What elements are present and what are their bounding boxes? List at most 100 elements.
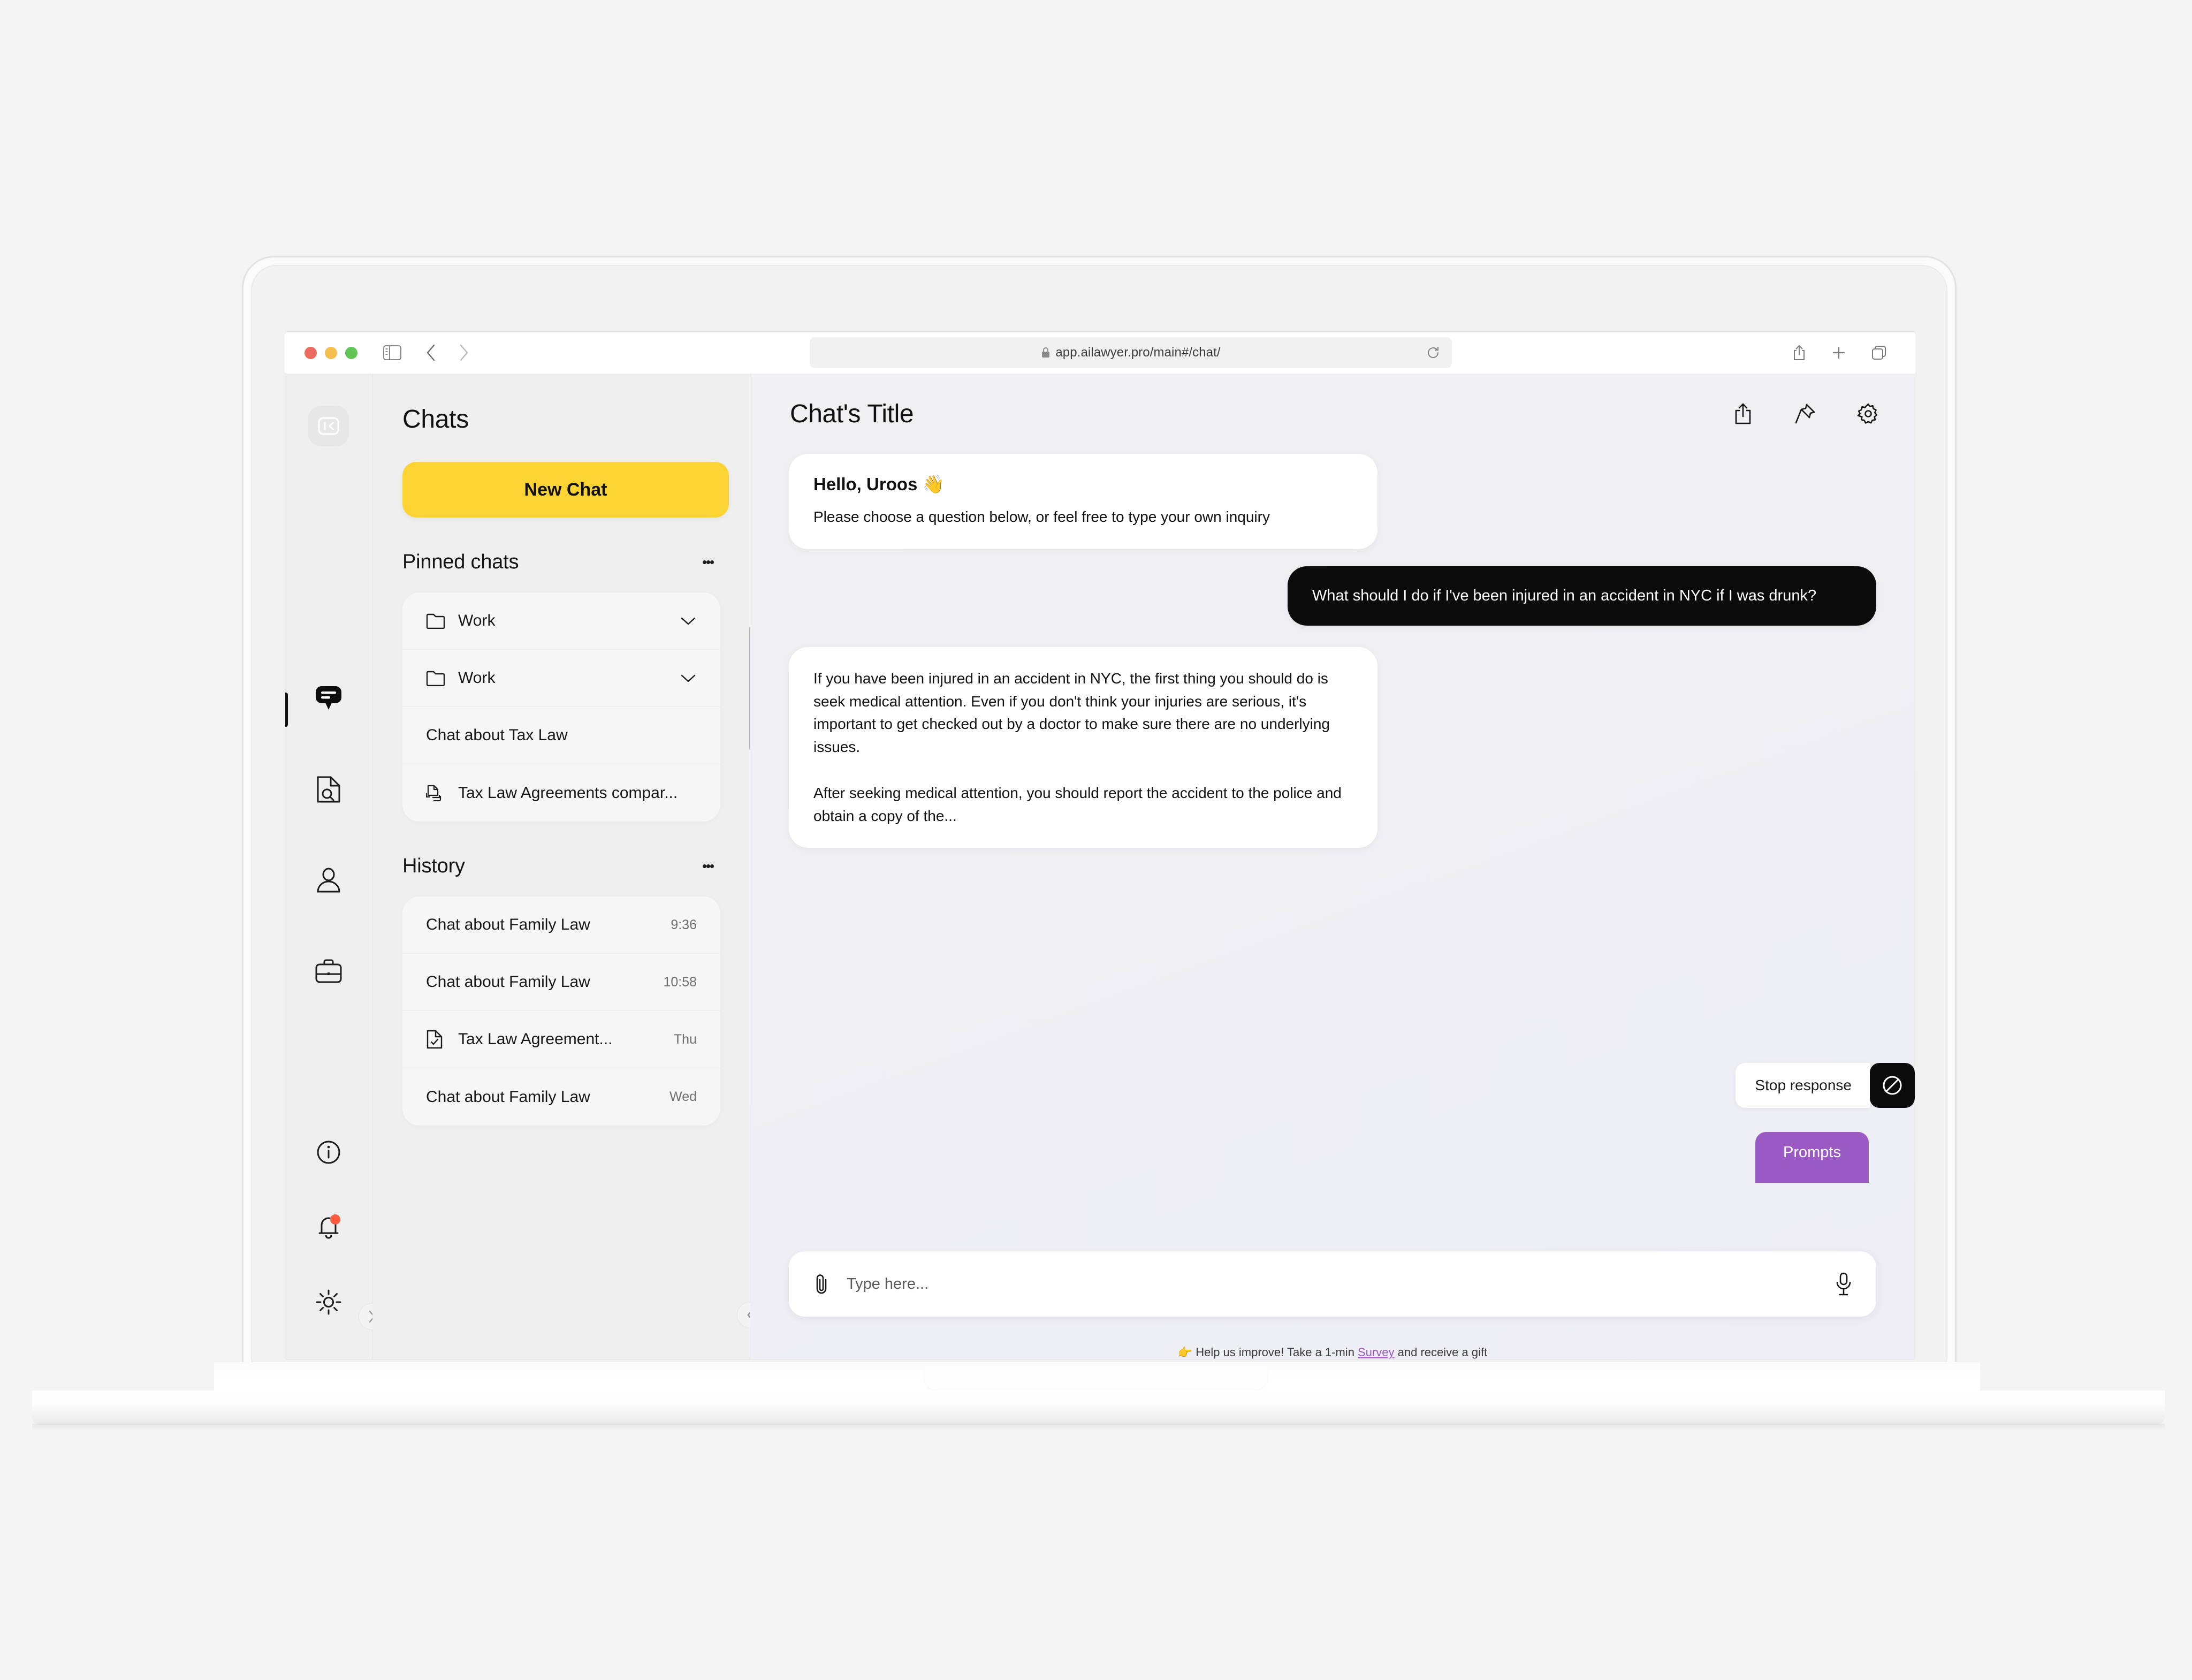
assistant-paragraph-1: If you have been injured in an accident … (813, 670, 1330, 755)
collapse-panel-icon[interactable] (308, 406, 349, 446)
greeting-body: Please choose a question below, or feel … (813, 508, 1270, 525)
list-item-label: Chat about Family Law (426, 973, 590, 991)
info-circle-icon[interactable] (310, 1134, 347, 1171)
list-item-label: Work (458, 612, 496, 629)
paperclip-icon[interactable] (812, 1272, 831, 1296)
chat-title: Chat's Title (790, 399, 914, 428)
list-item[interactable]: Chat about Family Law 9:36 (402, 896, 720, 954)
browser-toolbar: app.ailawyer.pro/main#/chat/ (285, 332, 1915, 374)
new-tab-icon[interactable] (1831, 345, 1846, 360)
laptop-trackpad-notch (923, 1364, 1268, 1392)
chat-header: Chat's Title (750, 374, 1915, 454)
close-window-button[interactable] (305, 346, 317, 359)
assistant-message-greeting: Hello, Uroos 👋 Please choose a question … (789, 454, 1377, 549)
list-item[interactable]: Chat about Family Law 10:58 (402, 954, 720, 1011)
list-item-label: Tax Law Agreement... (458, 1030, 613, 1048)
rail-primary-nav (285, 680, 372, 990)
laptop-base (32, 1390, 2165, 1425)
greeting-text: Hello, Uroos 👋 (813, 474, 945, 494)
tabs-overview-icon[interactable] (1871, 345, 1887, 361)
folder-icon (426, 613, 451, 629)
assistant-message: If you have been injured in an accident … (789, 647, 1377, 848)
list-item-label: Chat about Family Law (426, 1088, 590, 1106)
gear-icon[interactable] (1857, 402, 1879, 425)
chevron-down-icon[interactable] (680, 673, 697, 683)
user-message-text: What should I do if I've been injured in… (1312, 587, 1817, 604)
history-header: History (402, 854, 720, 878)
browser-window: app.ailawyer.pro/main#/chat/ Chats New C… (285, 332, 1915, 1359)
survey-text-before: Help us improve! Take a 1-min (1196, 1345, 1358, 1359)
bell-icon[interactable] (310, 1208, 347, 1246)
maximize-window-button[interactable] (345, 346, 357, 359)
icon-rail (285, 374, 385, 1359)
chat-area: Chat's Title Hello, Uroos 👋 Please choos… (750, 374, 1915, 1359)
composer-zone: Type here... 👉 Help us improve! Take a 1- (750, 1251, 1915, 1359)
survey-link[interactable]: Survey (1358, 1345, 1394, 1359)
folder-icon (426, 670, 451, 686)
history-title: History (402, 854, 465, 877)
history-list: Chat about Family Law 9:36 Chat about Fa… (402, 896, 720, 1126)
prompts-button[interactable]: Prompts (1755, 1132, 1869, 1183)
kebab-menu-icon[interactable] (696, 550, 720, 574)
list-item[interactable]: Work (402, 650, 720, 707)
browser-forward-icon[interactable] (458, 344, 470, 362)
sidebar-item-profile[interactable] (310, 862, 347, 899)
message-list: Hello, Uroos 👋 Please choose a question … (750, 454, 1915, 1251)
list-item-time: 9:36 (671, 917, 697, 932)
browser-toolbar-right (1792, 344, 1887, 361)
survey-text-after: and receive a gift (1394, 1345, 1488, 1359)
sidebar-item-documents[interactable] (310, 771, 347, 808)
pinned-chats-header: Pinned chats (402, 550, 720, 574)
pin-icon[interactable] (1794, 402, 1816, 425)
list-item-label: Tax Law Agreements compar... (458, 784, 678, 802)
share-icon[interactable] (1733, 402, 1753, 425)
sidebar-item-chats[interactable] (310, 680, 347, 717)
list-item-time: Wed (669, 1089, 697, 1104)
chat-header-actions (1733, 402, 1879, 425)
survey-footer: 👉 Help us improve! Take a 1-min Survey an… (789, 1317, 1876, 1359)
lock-icon (1041, 347, 1051, 359)
assistant-paragraph-2: After seeking medical attention, you sho… (813, 785, 1342, 824)
browser-share-icon[interactable] (1792, 344, 1807, 361)
page-title: Chats (402, 405, 469, 434)
hand-point-icon: 👉 (1177, 1345, 1193, 1359)
address-bar-container: app.ailawyer.pro/main#/chat/ (470, 337, 1792, 368)
list-item[interactable]: Tax Law Agreement... Thu (402, 1011, 720, 1068)
address-bar-url: app.ailawyer.pro/main#/chat/ (1055, 345, 1221, 360)
message-input-placeholder[interactable]: Type here... (847, 1275, 1835, 1293)
pinned-chats-list: Work Work Chat about Tax Law Tax Law Agr… (402, 592, 720, 822)
chats-panel: Chats New Chat Pinned chats Work Work Ch… (372, 374, 764, 1359)
list-item-label: Chat about Tax Law (426, 726, 568, 744)
user-message: What should I do if I've been injured in… (1288, 566, 1876, 626)
chevron-down-icon[interactable] (680, 615, 697, 626)
screenshot-stage: app.ailawyer.pro/main#/chat/ Chats New C… (0, 0, 2192, 1680)
kebab-menu-icon[interactable] (696, 854, 720, 878)
new-chat-button[interactable]: New Chat (402, 462, 729, 518)
pinned-chats-title: Pinned chats (402, 550, 519, 573)
rail-secondary-nav (285, 1134, 372, 1321)
list-item[interactable]: Tax Law Agreements compar... (402, 764, 720, 822)
reload-icon[interactable] (1426, 346, 1440, 360)
list-item[interactable]: Work (402, 592, 720, 650)
minimize-window-button[interactable] (325, 346, 337, 359)
address-bar[interactable]: app.ailawyer.pro/main#/chat/ (810, 337, 1452, 368)
message-composer[interactable]: Type here... (789, 1251, 1876, 1317)
list-item-label: Chat about Family Law (426, 916, 590, 933)
document-check-icon (426, 1029, 451, 1050)
notification-badge (330, 1214, 340, 1225)
list-item[interactable]: Chat about Tax Law (402, 707, 720, 764)
browser-back-icon[interactable] (425, 344, 437, 362)
sidebar-toggle-icon[interactable] (383, 345, 401, 360)
app-shell: Chats New Chat Pinned chats Work Work Ch… (285, 374, 1915, 1359)
sun-icon[interactable] (310, 1283, 347, 1321)
list-item-time: 10:58 (663, 974, 697, 990)
window-traffic-lights[interactable] (305, 346, 357, 359)
sidebar-item-cases[interactable] (310, 953, 347, 990)
laptop-shadow (32, 1424, 2165, 1431)
list-item-label: Work (458, 669, 496, 687)
microphone-icon[interactable] (1835, 1272, 1853, 1296)
list-item[interactable]: Chat about Family Law Wed (402, 1068, 720, 1126)
compare-documents-icon (426, 784, 451, 803)
stop-circle-icon[interactable] (1870, 1063, 1915, 1108)
stop-response-button[interactable]: Stop response (1736, 1063, 1870, 1108)
